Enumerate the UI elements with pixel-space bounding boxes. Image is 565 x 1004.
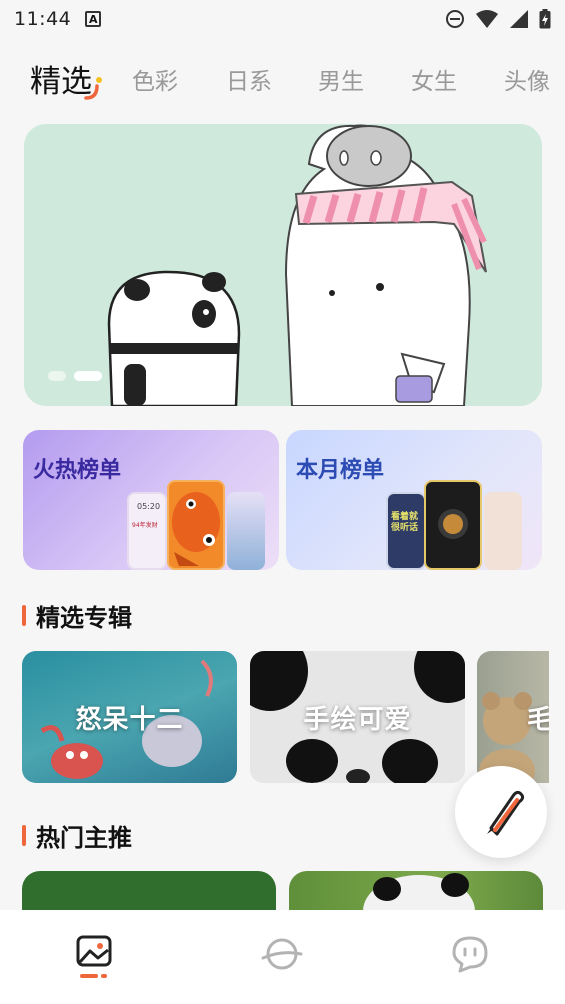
do-not-disturb-icon: [446, 10, 464, 28]
nav-wallpaper[interactable]: [72, 932, 116, 976]
tab-male[interactable]: 男生: [318, 62, 364, 96]
hot-ranking-card[interactable]: 火热榜单 05:20 94年发财: [23, 430, 279, 570]
section-accent-bar: [22, 605, 26, 626]
phone-preview: 看着就很听话: [386, 492, 426, 570]
nav-active-indicator-dot: [101, 974, 107, 978]
wallpaper-icon: [76, 935, 112, 967]
banner-carousel[interactable]: [24, 124, 542, 406]
phone-preview: 05:20 94年发财: [127, 492, 167, 570]
album-label: 毛: [527, 704, 549, 735]
monthly-ranking-title: 本月榜单: [296, 458, 385, 483]
status-icons: [445, 9, 551, 29]
battery-charging-icon: [539, 9, 551, 29]
banner-illustration: [107, 124, 487, 406]
tab-avatar[interactable]: 头像: [504, 62, 550, 96]
featured-albums-title: 精选专辑: [36, 604, 132, 632]
album-card[interactable]: 怒呆十二: [22, 651, 237, 783]
astronaut-illustration: [438, 509, 468, 539]
phone-caption: 看着就很听话: [391, 512, 419, 533]
phone-caption: 94年发财: [132, 522, 158, 529]
tab-female[interactable]: 女生: [411, 62, 457, 96]
section-accent-bar: [22, 825, 26, 846]
planet-icon: [261, 938, 303, 970]
album-label: 怒呆十二: [75, 704, 184, 735]
create-pen-button[interactable]: [455, 766, 547, 858]
signal-icon: [510, 10, 528, 28]
nav-messages[interactable]: [448, 932, 492, 976]
status-bar: 11:44 A: [0, 0, 565, 38]
phone-preview-third: [484, 492, 522, 570]
phone-preview-third: [227, 492, 265, 570]
wifi-icon: [476, 10, 498, 28]
hot-ranking-title: 火热榜单: [33, 458, 122, 483]
status-time: 11:44: [14, 8, 72, 30]
bottom-navigation: [0, 910, 565, 1004]
goldfish-illustration: [172, 492, 220, 566]
phone-preview-astronaut: [424, 480, 482, 570]
hot-picks-title: 热门主推: [36, 824, 132, 852]
monthly-ranking-card[interactable]: 本月榜单 看着就很听话: [286, 430, 542, 570]
phone-preview-goldfish: [167, 480, 225, 570]
album-label: 手绘可爱: [303, 704, 412, 735]
nav-active-indicator: [80, 974, 98, 978]
hot-picks-header: 热门主推: [22, 818, 132, 853]
tab-active-indicator: [84, 77, 102, 100]
notification-app-icon: A: [85, 11, 102, 27]
tab-color[interactable]: 色彩: [132, 62, 178, 96]
album-card[interactable]: 毛: [477, 651, 549, 783]
album-card[interactable]: 手绘可爱: [250, 651, 465, 783]
category-tabs: 精选 色彩 日系 男生 女生 头像: [0, 50, 565, 106]
banner-page-dot: [48, 371, 66, 381]
pen-icon: [487, 790, 525, 836]
featured-albums-header: 精选专辑: [22, 598, 132, 633]
chat-bubble-icon: [452, 936, 488, 973]
nav-discover[interactable]: [260, 932, 304, 976]
tab-japanese[interactable]: 日系: [226, 62, 272, 96]
phone-time: 05:20: [137, 502, 161, 511]
banner-page-dot-active: [74, 371, 102, 381]
